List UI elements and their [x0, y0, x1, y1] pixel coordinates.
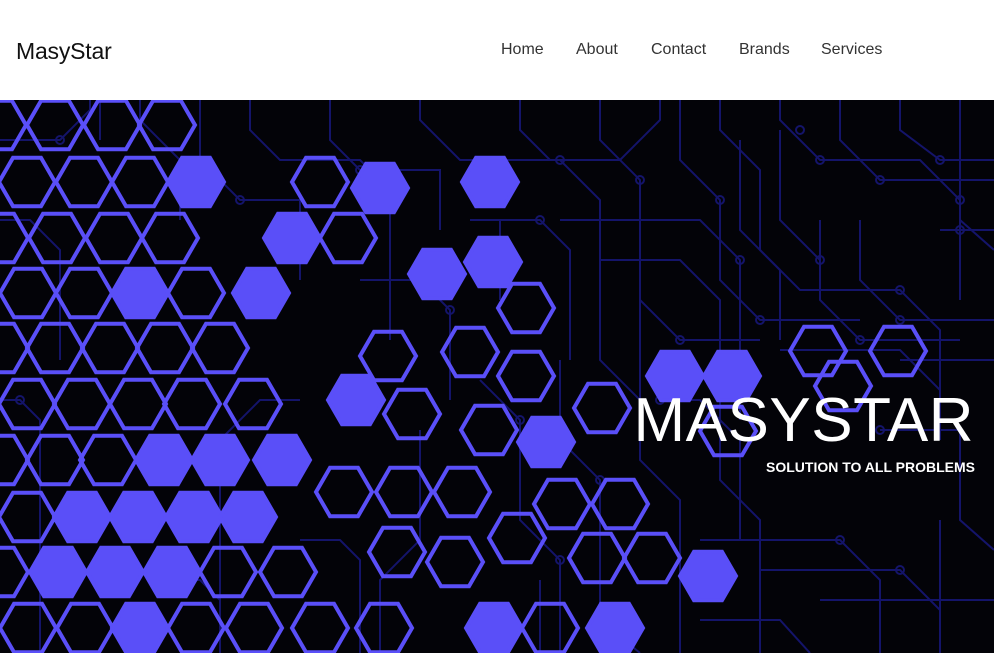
nav-link-about[interactable]: About: [576, 40, 618, 60]
circuit-hexagon-background-image: [0, 100, 994, 653]
nav-link-contact[interactable]: Contact: [651, 40, 706, 60]
hero-title: MASYSTAR: [633, 386, 974, 455]
brand-logo-link[interactable]: MasyStar: [16, 37, 112, 65]
hero-subtitle: SOLUTION TO ALL PROBLEMS: [766, 459, 975, 475]
hero-banner: MASYSTAR SOLUTION TO ALL PROBLEMS: [0, 100, 994, 653]
nav-link-brands[interactable]: Brands: [739, 40, 790, 60]
top-navbar: MasyStar Home About Contact Brands Servi…: [0, 0, 994, 100]
nav-link-home[interactable]: Home: [501, 40, 544, 60]
nav-link-services[interactable]: Services: [821, 40, 882, 60]
